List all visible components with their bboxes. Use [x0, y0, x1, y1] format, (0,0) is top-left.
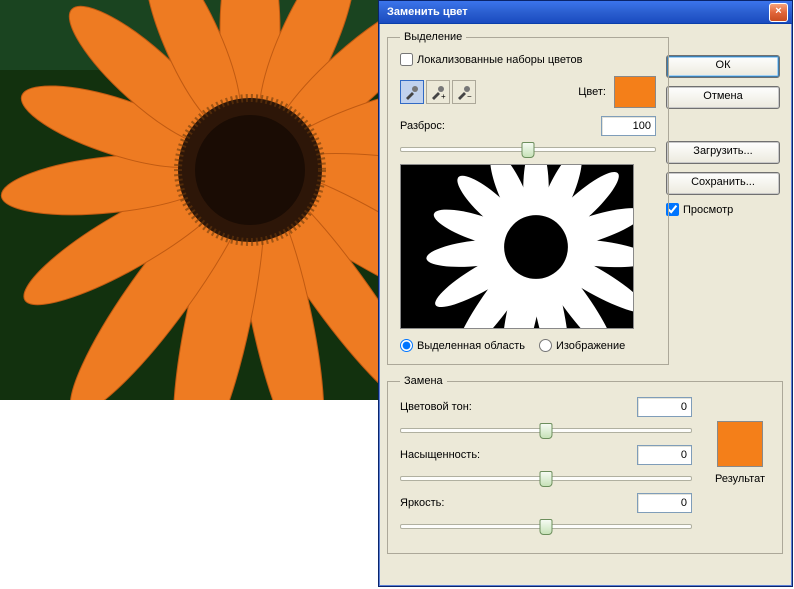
- preview-checkbox-row[interactable]: Просмотр: [666, 203, 778, 216]
- saturation-thumb[interactable]: [540, 471, 553, 487]
- selection-preview: [400, 164, 634, 329]
- fuzziness-thumb[interactable]: [522, 142, 535, 158]
- hue-label: Цветовой тон:: [400, 401, 472, 413]
- lightness-slider[interactable]: [400, 517, 692, 535]
- lightness-label: Яркость:: [400, 497, 444, 509]
- close-button[interactable]: ×: [769, 3, 788, 22]
- localized-colors-row[interactable]: Локализованные наборы цветов: [400, 53, 656, 66]
- saturation-slider[interactable]: [400, 469, 692, 487]
- fuzziness-slider[interactable]: [400, 140, 656, 158]
- lightness-thumb[interactable]: [540, 519, 553, 535]
- localized-colors-checkbox[interactable]: [400, 53, 413, 66]
- selection-color-swatch[interactable]: [614, 76, 656, 108]
- cancel-button[interactable]: Отмена: [666, 86, 780, 109]
- radio-image-input[interactable]: [539, 339, 552, 352]
- fuzziness-label: Разброс:: [400, 120, 445, 132]
- eyedropper-minus-tool[interactable]: −: [452, 80, 476, 104]
- radio-image[interactable]: Изображение: [539, 339, 625, 352]
- eyedropper-tool[interactable]: [400, 80, 424, 104]
- load-button[interactable]: Загрузить...: [666, 141, 780, 164]
- ok-button[interactable]: ОК: [666, 55, 780, 78]
- hue-thumb[interactable]: [540, 423, 553, 439]
- saturation-label: Насыщенность:: [400, 449, 480, 461]
- hue-slider[interactable]: [400, 421, 692, 439]
- eyedropper-plus-tool[interactable]: +: [426, 80, 450, 104]
- localized-colors-label[interactable]: Локализованные наборы цветов: [417, 54, 583, 66]
- button-column: ОК Отмена Загрузить... Сохранить... Прос…: [666, 55, 778, 216]
- svg-text:−: −: [467, 92, 472, 100]
- replace-fieldset: Замена Цветовой тон: Насыщенность:: [387, 375, 783, 554]
- radio-selection-input[interactable]: [400, 339, 413, 352]
- titlebar[interactable]: Заменить цвет ×: [379, 1, 792, 24]
- result-color-swatch[interactable]: [717, 421, 763, 467]
- replace-legend: Замена: [400, 375, 447, 387]
- saturation-input[interactable]: [637, 445, 692, 465]
- lightness-input[interactable]: [637, 493, 692, 513]
- result-label: Результат: [715, 473, 765, 485]
- hue-input[interactable]: [637, 397, 692, 417]
- color-label: Цвет:: [578, 86, 606, 98]
- save-button[interactable]: Сохранить...: [666, 172, 780, 195]
- fuzziness-input[interactable]: [601, 116, 656, 136]
- svg-text:+: +: [441, 92, 446, 100]
- selection-legend: Выделение: [400, 31, 466, 43]
- preview-label[interactable]: Просмотр: [683, 204, 733, 216]
- replace-color-dialog: Заменить цвет × ОК Отмена Загрузить... С…: [378, 0, 793, 587]
- radio-selection[interactable]: Выделенная область: [400, 339, 525, 352]
- flower-image: [0, 0, 378, 400]
- dialog-title: Заменить цвет: [387, 6, 468, 18]
- selection-fieldset: Выделение Локализованные наборы цветов +…: [387, 31, 669, 365]
